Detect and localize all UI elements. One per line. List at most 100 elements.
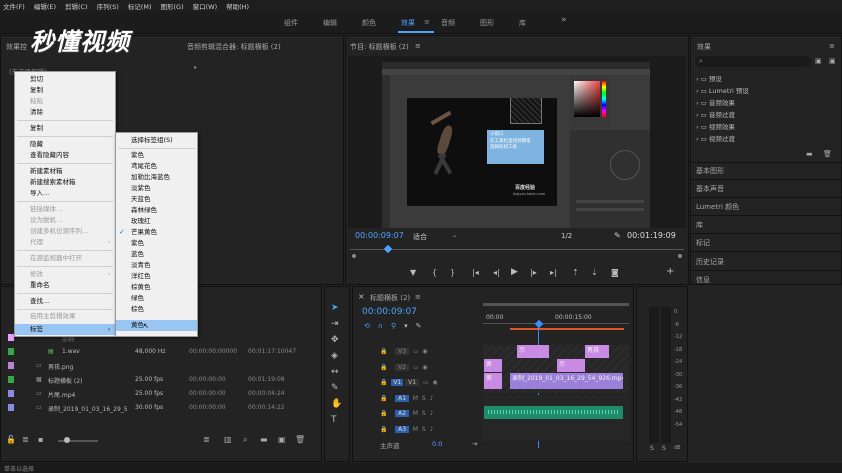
lift-icon[interactable]: ⇡ — [572, 268, 579, 277]
submenu-item-yellow[interactable]: 黄色 — [116, 320, 197, 331]
tab-effect-controls[interactable]: 效果控 — [6, 42, 27, 52]
solo-button[interactable]: S — [422, 410, 426, 417]
mute-button[interactable]: M — [413, 426, 418, 433]
menu-window[interactable]: 窗口(W) — [193, 1, 218, 11]
program-timecode[interactable]: 00:00:09:07 — [355, 231, 404, 240]
workspace-tab-libraries[interactable]: 库 — [519, 18, 526, 28]
go-to-end-icon[interactable]: ⇥ — [472, 440, 477, 448]
workspace-tab-effects[interactable]: 效果 — [401, 18, 415, 28]
menu-file[interactable]: 文件(F) — [3, 1, 25, 11]
menu-item-duplicate[interactable]: 复制 — [15, 123, 115, 134]
eye-icon[interactable]: ◉ — [422, 364, 427, 371]
effects-search-input[interactable] — [695, 56, 811, 67]
submenu-item-select-label-group[interactable]: 选择标签组(S) — [116, 135, 197, 146]
menu-marker[interactable]: 标记(M) — [128, 1, 152, 11]
mic-icon[interactable]: ♪ — [430, 410, 434, 417]
menu-item-open-in-source[interactable]: 在源监视器中打开 — [15, 253, 115, 264]
scroll-handle-right[interactable] — [678, 254, 682, 258]
panel-essential-sound[interactable]: 基本声音 — [696, 184, 724, 194]
tree-item-audio-transitions[interactable]: › ▭ 音频过渡 — [696, 109, 749, 121]
play-icon[interactable]: ▶ — [511, 267, 518, 277]
mic-icon[interactable]: ♪ — [430, 426, 434, 433]
menu-item-copy[interactable]: 复制 — [15, 85, 115, 96]
lock-icon[interactable]: 🔒 — [380, 426, 387, 433]
lock-icon[interactable]: 🔒 — [380, 379, 387, 386]
mute-button[interactable]: M — [413, 395, 418, 402]
sync-lock-icon[interactable]: ▭ — [413, 364, 419, 371]
menu-item-modify[interactable]: 修改 — [15, 269, 115, 280]
clip[interactable]: 示 — [557, 359, 585, 372]
lock-icon[interactable]: 🔒 — [380, 410, 387, 417]
menu-item-new-search-bin[interactable]: 新建搜索素材箱 — [15, 177, 115, 188]
accelerated-effects-icon[interactable]: ▣ — [815, 57, 822, 65]
fit-dropdown[interactable]: 适合 — [413, 232, 427, 242]
timeline-timecode[interactable]: 00:00:09:07 — [362, 307, 417, 317]
razor-tool-icon[interactable]: ◈ — [331, 348, 342, 364]
menu-help[interactable]: 帮助(H) — [226, 1, 249, 11]
lock-icon[interactable]: 🔒 — [380, 348, 387, 355]
type-tool-icon[interactable]: T — [331, 412, 342, 428]
list-item[interactable]: ▤ 1.wav 48,000 Hz 00:00:00:00000 00:01:1… — [0, 346, 322, 358]
workspace-menu-icon[interactable]: ≡ — [424, 18, 430, 26]
tree-item-video-effects[interactable]: › ▭ 视频效果 — [696, 121, 749, 133]
tree-item-audio-effects[interactable]: › ▭ 音频效果 — [696, 97, 749, 109]
add-button-icon[interactable]: + — [666, 266, 674, 277]
list-item[interactable]: ▭ 录制_2019_01_03_16_29_5 30.00 fps 00:00:… — [0, 402, 322, 414]
submenu-item-lavender[interactable]: 淡紫色 — [116, 183, 197, 194]
timeline-sequence-tab[interactable]: 标题横板 (2) — [370, 293, 410, 303]
submenu-item-green[interactable]: 绿色 — [116, 293, 197, 304]
solo-button[interactable]: S — [422, 426, 426, 433]
menu-sequence[interactable]: 序列(S) — [97, 1, 119, 11]
submenu-item-forest[interactable]: 森林绿色 — [116, 205, 197, 216]
list-item[interactable]: ▭ 男孩.png — [0, 360, 322, 372]
panel-markers[interactable]: 标记 — [696, 238, 710, 248]
menu-item-link-media[interactable]: 链接媒体... — [15, 204, 115, 215]
panel-lumetri-color[interactable]: Lumetri 颜色 — [696, 202, 739, 212]
delete-icon[interactable]: 🗑 — [823, 150, 832, 158]
resolution-dropdown[interactable]: 1/2 — [561, 232, 572, 240]
menu-item-import[interactable]: 导入... — [15, 188, 115, 199]
nest-icon[interactable]: ⟲ — [364, 322, 378, 330]
submenu-item-mango[interactable]: 芒果黄色 — [116, 227, 197, 238]
clip[interactable]: 男 — [484, 359, 502, 372]
workspace-more-icon[interactable]: » — [561, 15, 567, 25]
lock-icon[interactable]: 🔒 — [380, 395, 387, 402]
fit-dropdown-chevron-icon[interactable]: ⌄ — [452, 232, 457, 239]
eye-icon[interactable]: ◉ — [422, 348, 427, 355]
panel-menu-icon[interactable]: ≡ — [829, 42, 835, 50]
menu-item-cut[interactable]: 剪切 — [15, 74, 115, 85]
submenu-item-iris[interactable]: 鸢尾花色 — [116, 161, 197, 172]
menu-graphics[interactable]: 图形(G) — [161, 1, 184, 11]
snap-icon[interactable]: ∩ — [378, 322, 391, 330]
menu-item-proxy[interactable]: 代理 — [15, 237, 115, 248]
workspace-tab-color[interactable]: 颜色 — [362, 18, 376, 28]
workspace-tab-assembly[interactable]: 组件 — [284, 18, 298, 28]
solo-button[interactable]: S — [422, 395, 426, 402]
menu-item-hide[interactable]: 隐藏 — [15, 139, 115, 150]
close-tab-icon[interactable]: × — [358, 292, 365, 301]
add-marker-icon[interactable]: ▼ — [410, 268, 416, 277]
track-select-tool-icon[interactable]: ⇥ — [331, 316, 342, 332]
new-item-icon[interactable]: ▣ — [278, 435, 286, 444]
sort-icon[interactable]: ≣ — [203, 435, 210, 444]
solo-right-button[interactable]: S — [662, 445, 666, 452]
submenu-item-caribbean[interactable]: 加勒比海蓝色 — [116, 172, 197, 183]
find-icon[interactable]: ⌕ — [243, 435, 247, 445]
ripple-edit-tool-icon[interactable]: ✥ — [331, 332, 342, 348]
clear-icon[interactable]: 🗑 — [295, 435, 305, 444]
clip[interactable]: 男 — [484, 373, 502, 389]
panel-menu-icon[interactable]: ≡ — [415, 293, 421, 301]
program-scrub-bar[interactable] — [350, 249, 684, 250]
submenu-item-cerulean[interactable]: 天蓝色 — [116, 194, 197, 205]
submenu-item-blue[interactable]: 蓝色 — [116, 249, 197, 260]
menu-clip[interactable]: 剪辑(C) — [65, 1, 88, 11]
clip[interactable]: 男孩 — [585, 345, 609, 358]
mark-out-icon[interactable]: } — [450, 268, 455, 277]
export-frame-icon[interactable]: ◙ — [611, 268, 619, 277]
menu-item-label[interactable]: 标签 — [15, 324, 115, 335]
program-monitor-title[interactable]: 节目: 标题横板 (2) — [350, 42, 409, 52]
pen-tool-icon[interactable]: ✎ — [331, 380, 342, 396]
mic-icon[interactable]: ♪ — [430, 395, 434, 402]
track-label-v2[interactable]: V2 — [395, 363, 410, 371]
list-item[interactable]: ▦ 标题横板 (2) 25.00 fps 00:00:00:00 00:01:1… — [0, 374, 322, 386]
